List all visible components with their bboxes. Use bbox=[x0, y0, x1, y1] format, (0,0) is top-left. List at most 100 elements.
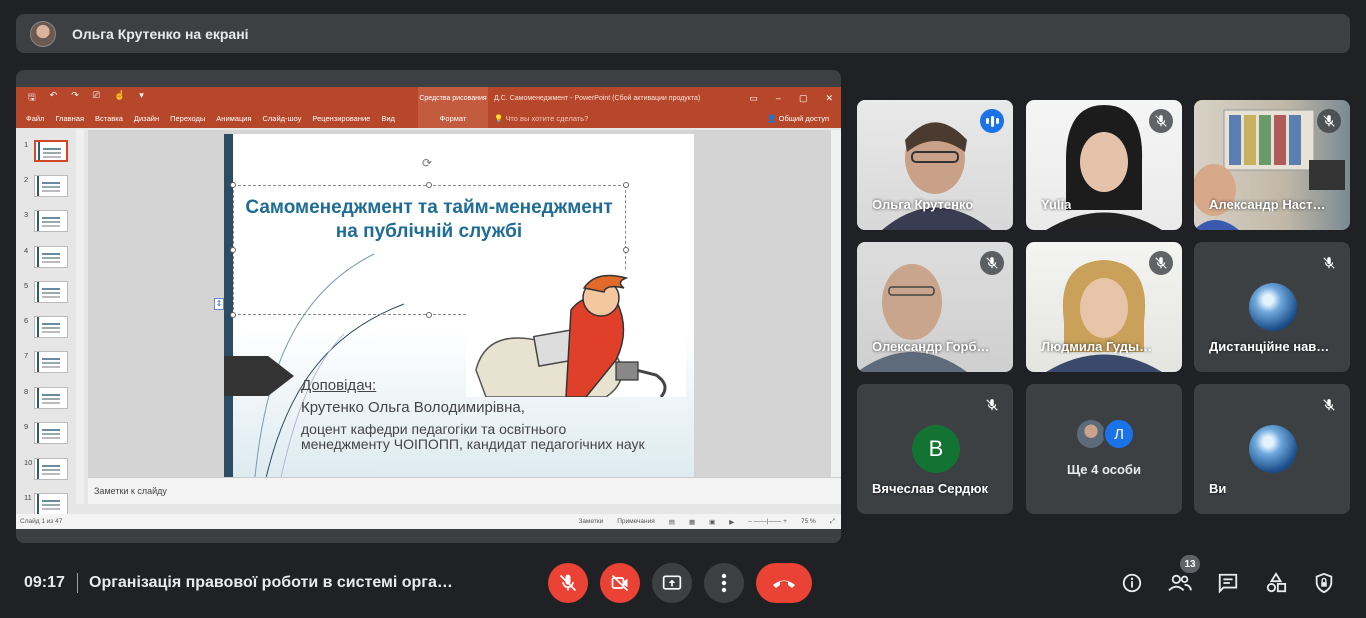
maximize-icon[interactable]: ▢ bbox=[799, 93, 808, 104]
chat-button[interactable] bbox=[1214, 569, 1242, 597]
presentation-icon[interactable]: ⎚ bbox=[93, 90, 100, 106]
thumbnail-number: 1 bbox=[24, 140, 29, 149]
share-label: Общий доступ bbox=[778, 114, 829, 123]
slide-canvas: ⟳ Самоменеджмент та тайм-менеджмент на п… bbox=[88, 130, 841, 487]
comments-toggle[interactable]: Примечания bbox=[617, 518, 655, 526]
avatar bbox=[30, 20, 56, 47]
tab-home[interactable]: Главная bbox=[55, 114, 84, 123]
activities-icon bbox=[1266, 572, 1287, 593]
tab-transitions[interactable]: Переходы bbox=[170, 114, 205, 123]
tab-insert[interactable]: Вставка bbox=[95, 114, 123, 123]
canvas-scrollbar[interactable] bbox=[831, 130, 841, 477]
people-button[interactable] bbox=[1166, 569, 1194, 597]
chat-icon bbox=[1218, 573, 1238, 594]
resize-handle[interactable] bbox=[230, 312, 236, 318]
participant-name: Людмила Гуды… bbox=[1041, 339, 1153, 354]
context-tab-drawing-tools: Средства рисования bbox=[418, 87, 488, 109]
tab-review[interactable]: Рецензирование bbox=[312, 114, 370, 123]
participant-tile[interactable]: Дистанційне нав… bbox=[1194, 242, 1350, 372]
fit-slide-icon[interactable]: ⤢ bbox=[830, 518, 835, 526]
sorter-view-icon[interactable]: ▦ bbox=[689, 518, 695, 526]
redo-icon[interactable]: ↷ bbox=[71, 90, 79, 106]
resize-handle[interactable] bbox=[426, 312, 432, 318]
save-icon[interactable]: 🖫 bbox=[28, 90, 36, 106]
slide-thumbnail[interactable]: 10 bbox=[24, 458, 84, 486]
tab-format[interactable]: Формат bbox=[418, 109, 488, 128]
self-tile[interactable]: Ви bbox=[1194, 384, 1350, 514]
mic-off-icon bbox=[559, 574, 577, 592]
participant-tile[interactable]: Людмила Гуды… bbox=[1026, 242, 1182, 372]
notes-toggle[interactable]: Заметки bbox=[578, 518, 603, 526]
slide-thumbnail[interactable]: 8 bbox=[24, 387, 84, 415]
participant-tile[interactable]: В Вячеслав Сердюк bbox=[857, 384, 1013, 514]
tab-animations[interactable]: Анимация bbox=[216, 114, 251, 123]
thumbnail-number: 2 bbox=[24, 175, 29, 184]
tab-view[interactable]: Вид bbox=[381, 114, 395, 123]
resize-handle[interactable] bbox=[623, 247, 629, 253]
tab-design[interactable]: Дизайн bbox=[134, 114, 159, 123]
resize-handle[interactable] bbox=[623, 182, 629, 188]
participant-name: Дистанційне нав… bbox=[1209, 339, 1330, 354]
participant-tile[interactable]: Ольга Крутенко bbox=[857, 100, 1013, 230]
close-icon[interactable]: ✕ bbox=[825, 93, 833, 104]
share-button[interactable]: 👤 Общий доступ bbox=[767, 114, 829, 123]
resize-handle[interactable] bbox=[230, 247, 236, 253]
zoom-slider[interactable]: – ——|—— + bbox=[748, 518, 787, 526]
participant-tile[interactable]: Александр Наст… bbox=[1194, 100, 1350, 230]
mic-toggle-button[interactable] bbox=[548, 563, 588, 603]
thumbnail-number: 8 bbox=[24, 387, 29, 396]
divider bbox=[77, 573, 78, 593]
zoom-level[interactable]: 75 % bbox=[801, 518, 816, 526]
slide-thumbnail[interactable]: 7 bbox=[24, 351, 84, 379]
slide-thumbnail[interactable]: 6 bbox=[24, 316, 84, 344]
participant-name: Ольга Крутенко bbox=[872, 197, 974, 212]
tab-file[interactable]: Файл bbox=[26, 114, 44, 123]
slide-title: Самоменеджмент та тайм-менеджмент на пуб… bbox=[245, 197, 613, 242]
meeting-details-button[interactable] bbox=[1118, 569, 1146, 597]
reading-view-icon[interactable]: ▣ bbox=[709, 518, 715, 526]
thumbnail-number: 3 bbox=[24, 210, 29, 219]
slide-counter: Слайд 1 из 47 bbox=[20, 518, 63, 525]
thumbnails-scrollbar[interactable] bbox=[76, 130, 84, 504]
participant-name: Ви bbox=[1209, 481, 1227, 496]
slide-thumbnail[interactable]: 3 bbox=[24, 210, 84, 238]
normal-view-icon[interactable]: ▤ bbox=[669, 518, 675, 526]
pointer-icon[interactable]: ☝ bbox=[114, 90, 125, 106]
activities-button[interactable] bbox=[1262, 569, 1290, 597]
thumbnail-number: 10 bbox=[24, 458, 33, 467]
info-icon bbox=[1122, 573, 1142, 593]
rotate-handle-icon[interactable]: ⟳ bbox=[422, 156, 432, 170]
leave-call-button[interactable] bbox=[756, 563, 812, 603]
speaker-position: доцент кафедри педагогіки та освітнього … bbox=[301, 421, 645, 452]
slide-thumbnail[interactable]: 9 bbox=[24, 422, 84, 450]
ribbon-display-icon[interactable]: ▭ bbox=[749, 93, 758, 104]
participant-tile[interactable]: Yulia bbox=[1026, 100, 1182, 230]
slide-thumbnail[interactable]: 4 bbox=[24, 246, 84, 274]
participant-name: Олександр Горб… bbox=[872, 339, 990, 354]
more-participants-tile[interactable]: Л Ще 4 особи bbox=[1026, 384, 1182, 514]
undo-icon[interactable]: ↶ bbox=[50, 90, 58, 106]
minimize-icon[interactable]: – bbox=[776, 93, 781, 104]
layout-options-icon[interactable]: ⇕ bbox=[214, 298, 224, 310]
avatar: В bbox=[912, 425, 960, 473]
slide-thumbnail[interactable]: 1 bbox=[24, 140, 84, 168]
customize-icon[interactable]: ▾ bbox=[139, 90, 144, 106]
tab-slideshow[interactable]: Слайд-шоу bbox=[263, 114, 302, 123]
boy-computer-illustration bbox=[475, 274, 667, 398]
resize-handle[interactable] bbox=[230, 182, 236, 188]
host-controls-button[interactable] bbox=[1310, 569, 1338, 597]
slide-thumbnail[interactable]: 5 bbox=[24, 281, 84, 309]
slide-thumbnail[interactable]: 2 bbox=[24, 175, 84, 203]
tell-me-search[interactable]: 💡 Что вы хотите сделать? bbox=[494, 114, 588, 123]
resize-handle[interactable] bbox=[426, 182, 432, 188]
present-screen-button[interactable] bbox=[652, 563, 692, 603]
speaker-name: Крутенко Ольга Володимирівна, bbox=[301, 399, 525, 416]
mic-off-icon bbox=[980, 251, 1004, 275]
current-slide[interactable]: ⟳ Самоменеджмент та тайм-менеджмент на п… bbox=[224, 134, 694, 487]
notes-pane[interactable]: Заметки к слайду bbox=[88, 477, 841, 504]
slideshow-view-icon[interactable]: ▶ bbox=[729, 518, 734, 526]
more-options-button[interactable] bbox=[704, 563, 744, 603]
participant-tile[interactable]: Олександр Горб… bbox=[857, 242, 1013, 372]
camera-toggle-button[interactable] bbox=[600, 563, 640, 603]
people-icon bbox=[1168, 574, 1192, 592]
